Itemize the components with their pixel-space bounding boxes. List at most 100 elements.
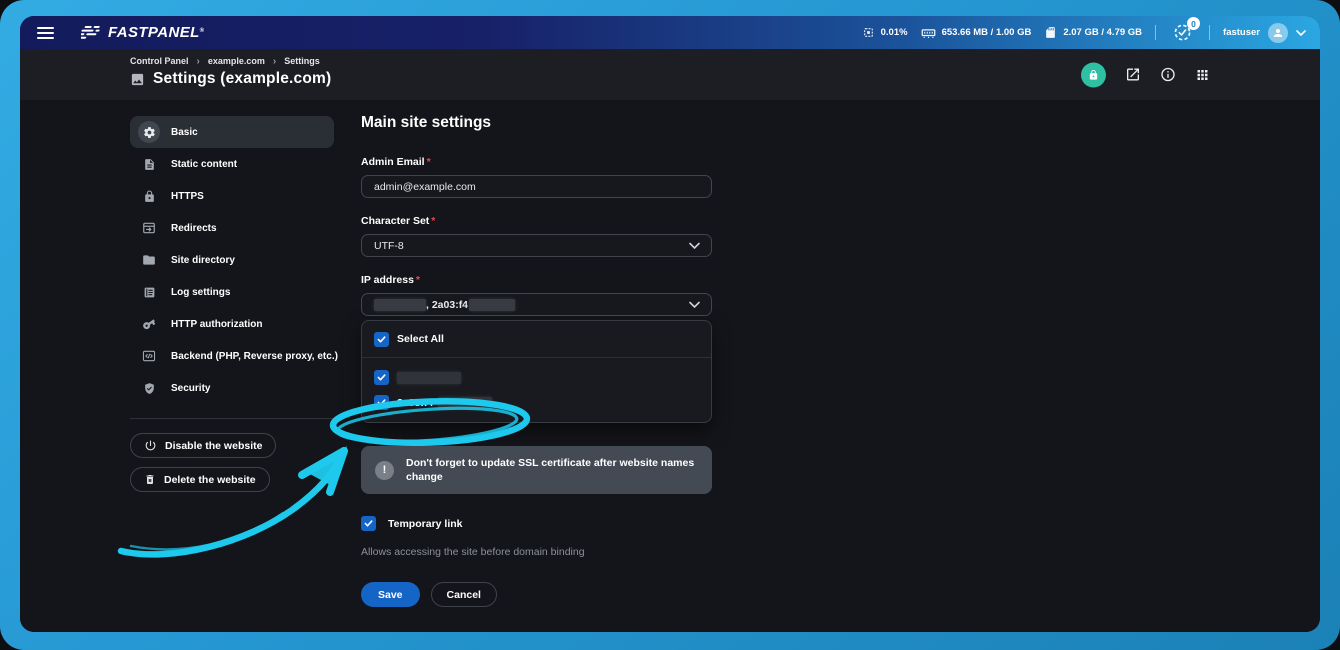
breadcrumb-control-panel[interactable]: Control Panel	[130, 56, 189, 66]
character-set-select[interactable]: UTF-8	[361, 234, 712, 257]
ram-value: 653.66 MB / 1.00 GB	[942, 27, 1032, 38]
trash-icon	[144, 473, 156, 486]
ip-address-value: , 2a03:f4	[426, 299, 468, 311]
lock-icon	[138, 185, 160, 207]
redacted-ip	[469, 299, 515, 311]
select-all-checkbox[interactable]	[374, 332, 389, 347]
temporary-link-checkbox[interactable]	[361, 516, 376, 531]
sidebar-item-label: HTTP authorization	[171, 319, 262, 330]
admin-email-field[interactable]	[361, 175, 712, 198]
redacted-ip	[397, 372, 461, 384]
page-header: Control Panel › example.com › Settings S…	[20, 49, 1320, 100]
username: fastuser	[1223, 27, 1260, 38]
sidebar-item-log-settings[interactable]: Log settings	[130, 276, 334, 308]
delete-website-label: Delete the website	[164, 474, 256, 486]
info-icon[interactable]	[1160, 67, 1176, 83]
cpu-stat: 0.01%	[862, 26, 908, 39]
power-icon	[144, 439, 157, 452]
divider	[1155, 25, 1156, 40]
temporary-link-row: Temporary link	[361, 516, 712, 531]
breadcrumb: Control Panel › example.com › Settings	[130, 56, 331, 66]
sidebar-item-label: Backend (PHP, Reverse proxy, etc.)	[171, 351, 338, 362]
cpu-icon	[862, 26, 875, 39]
sidebar-item-basic[interactable]: Basic	[130, 116, 334, 148]
breadcrumb-separator-icon: ›	[197, 57, 200, 66]
breadcrumb-separator-icon: ›	[273, 57, 276, 66]
apps-grid-icon[interactable]	[1195, 67, 1210, 82]
redirect-icon	[138, 217, 160, 239]
required-mark: *	[427, 156, 431, 168]
open-site-icon[interactable]	[1125, 67, 1141, 83]
ip-option-1[interactable]	[362, 365, 711, 390]
character-set-label: Character Set*	[361, 215, 712, 227]
sidebar-item-https[interactable]: HTTPS	[130, 180, 334, 212]
header-actions	[1081, 62, 1210, 87]
fastpanel-logo[interactable]: FASTPANEL®	[81, 24, 205, 41]
disk-value: 2.07 GB / 4.79 GB	[1063, 27, 1142, 38]
form-heading: Main site settings	[361, 114, 712, 132]
logo-text: FASTPANEL®	[108, 24, 205, 41]
content-area: Basic Static content HTTPS	[20, 100, 1320, 632]
cancel-button[interactable]: Cancel	[431, 582, 497, 607]
sidebar-item-security[interactable]: Security	[130, 372, 334, 404]
ram-icon	[921, 27, 936, 39]
sidebar-item-static-content[interactable]: Static content	[130, 148, 334, 180]
ip-address-label: IP address*	[361, 274, 712, 286]
ip-option-2-checkbox[interactable]	[374, 395, 389, 410]
required-mark: *	[431, 215, 435, 227]
sidebar-item-label: HTTPS	[171, 191, 204, 202]
settings-sidebar: Basic Static content HTTPS	[130, 116, 334, 501]
ip-address-select[interactable]: , 2a03:f4	[361, 293, 712, 316]
disable-website-label: Disable the website	[165, 440, 262, 452]
user-avatar[interactable]	[1268, 23, 1288, 43]
chevron-down-icon	[689, 301, 700, 308]
app-window: FASTPANEL® 0.01%	[20, 16, 1320, 632]
disk-stat: 2.07 GB / 4.79 GB	[1044, 26, 1142, 39]
ip-option-2-label: 2a03:f4	[397, 397, 433, 409]
ssl-notice: ! Don't forget to update SSL certificate…	[361, 446, 712, 494]
sidebar-divider	[130, 418, 334, 419]
character-set-value: UTF-8	[374, 240, 404, 252]
ssl-notice-text: Don't forget to update SSL certificate a…	[406, 456, 698, 484]
ip-option-1-checkbox[interactable]	[374, 370, 389, 385]
delete-website-button[interactable]: Delete the website	[130, 467, 270, 492]
admin-email-label: Admin Email*	[361, 156, 712, 168]
sidebar-item-label: Basic	[171, 127, 198, 138]
file-icon	[138, 153, 160, 175]
breadcrumb-domain[interactable]: example.com	[208, 56, 265, 66]
sidebar-item-site-directory[interactable]: Site directory	[130, 244, 334, 276]
image-icon	[130, 72, 145, 87]
user-menu[interactable]: fastuser	[1223, 23, 1306, 43]
ram-stat: 653.66 MB / 1.00 GB	[921, 27, 1032, 39]
sidebar-item-label: Static content	[171, 159, 237, 170]
disk-icon	[1044, 26, 1057, 39]
folder-icon	[138, 249, 160, 271]
sidebar-item-http-authorization[interactable]: HTTP authorization	[130, 308, 334, 340]
shield-icon	[138, 377, 160, 399]
ssl-status-icon[interactable]	[1081, 62, 1106, 87]
select-all-label: Select All	[397, 333, 444, 345]
select-all-option[interactable]: Select All	[362, 321, 711, 358]
temporary-link-helper: Allows accessing the site before domain …	[361, 546, 712, 558]
tasks-icon[interactable]: 0	[1173, 23, 1192, 42]
logo-equalizer-icon	[81, 26, 101, 39]
log-icon	[138, 281, 160, 303]
page-title: Settings (example.com)	[153, 70, 331, 88]
save-button[interactable]: Save	[361, 582, 420, 607]
hamburger-menu-icon[interactable]	[35, 23, 56, 43]
resource-stats: 0.01% 653.66 MB / 1.00 GB	[862, 23, 1306, 43]
sidebar-item-redirects[interactable]: Redirects	[130, 212, 334, 244]
sidebar-item-label: Security	[171, 383, 210, 394]
ip-address-dropdown: Select All 2a03:f4	[361, 320, 712, 423]
gear-icon	[138, 121, 160, 143]
chevron-down-icon	[689, 242, 700, 249]
chevron-down-icon[interactable]	[1296, 30, 1306, 36]
cpu-value: 0.01%	[881, 27, 908, 38]
ip-option-2[interactable]: 2a03:f4	[362, 390, 711, 415]
divider	[1209, 25, 1210, 40]
redacted-ip	[438, 397, 492, 409]
breadcrumb-settings[interactable]: Settings	[284, 56, 320, 66]
disable-website-button[interactable]: Disable the website	[130, 433, 276, 458]
tasks-badge: 0	[1187, 17, 1200, 30]
sidebar-item-backend[interactable]: Backend (PHP, Reverse proxy, etc.)	[130, 340, 334, 372]
